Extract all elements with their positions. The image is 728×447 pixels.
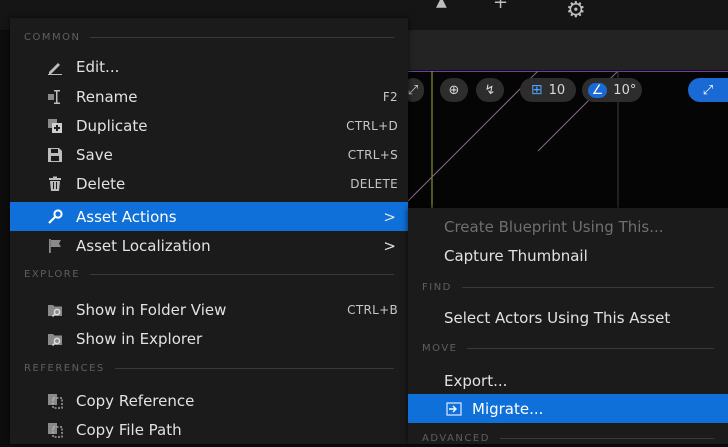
rotation-snap-value: 10° xyxy=(613,82,637,98)
menu-item-label: Create Blueprint Using This... xyxy=(444,217,664,236)
menu-item-label: Copy Reference xyxy=(76,391,195,410)
grid-icon: ⊞ xyxy=(530,82,543,98)
folder-search-icon xyxy=(46,330,64,348)
shortcut-label: CTRL+B xyxy=(347,302,398,317)
menu-item-label: Export... xyxy=(444,371,508,390)
section-advanced-label: ADVANCED xyxy=(422,432,490,444)
menu-item-label: Asset Localization xyxy=(76,236,211,255)
menu-item-label: Migrate... xyxy=(472,399,544,418)
divider xyxy=(499,437,714,439)
divider xyxy=(467,347,714,349)
section-explore: EXPLORE xyxy=(10,265,408,283)
divider xyxy=(90,273,394,275)
section-references: REFERENCES xyxy=(10,359,408,377)
menu-item-label: Asset Actions xyxy=(76,207,177,226)
grid-snap-toggle[interactable]: ⊞ 10 xyxy=(520,78,576,102)
wrench-icon xyxy=(46,208,64,226)
menu-item-show-in-explorer[interactable]: Show in Explorer xyxy=(10,324,408,353)
section-advanced: ADVANCED xyxy=(408,429,728,447)
menu-item-duplicate[interactable]: Duplicate CTRL+D xyxy=(10,111,408,140)
submenu-item-create-blueprint[interactable]: Create Blueprint Using This... xyxy=(408,212,728,241)
section-move: MOVE xyxy=(408,339,728,357)
section-find: FIND xyxy=(408,278,728,296)
divider xyxy=(461,286,714,288)
chevron-right-icon: > xyxy=(383,236,396,255)
angle-icon: ∠ xyxy=(587,82,608,98)
menu-item-label: Delete xyxy=(76,174,126,193)
menu-item-label: Save xyxy=(76,145,113,164)
section-references-label: REFERENCES xyxy=(24,362,105,374)
menu-item-delete[interactable]: Delete DELETE xyxy=(10,169,408,198)
context-menu: COMMON Edit... Rename F2 Duplicate CTRL+… xyxy=(10,18,408,444)
menu-item-show-in-folder-view[interactable]: Show in Folder View CTRL+B xyxy=(10,295,408,324)
menu-item-label: Rename xyxy=(76,87,138,106)
section-common-label: COMMON xyxy=(24,31,81,43)
menu-item-copy-file-path[interactable]: Copy File Path xyxy=(10,415,408,444)
menu-item-label: Copy File Path xyxy=(76,420,182,439)
gear-icon[interactable]: ⚙ xyxy=(566,0,586,23)
menu-item-label: Show in Explorer xyxy=(76,329,203,348)
menu-item-label: Edit... xyxy=(76,57,120,76)
grid-snap-value: 10 xyxy=(548,82,566,98)
menu-item-copy-reference[interactable]: Copy Reference xyxy=(10,386,408,415)
asset-actions-submenu: Create Blueprint Using This... Capture T… xyxy=(408,208,728,444)
menu-item-label: Duplicate xyxy=(76,116,148,135)
scale-snap-icon[interactable]: ⤢ xyxy=(688,78,728,102)
menu-item-rename[interactable]: Rename F2 xyxy=(10,82,408,111)
section-explore-label: EXPLORE xyxy=(24,268,81,280)
copy-icon xyxy=(46,421,64,439)
divider xyxy=(90,36,394,38)
duplicate-icon xyxy=(46,117,64,135)
rename-icon xyxy=(46,88,64,106)
menu-item-edit[interactable]: Edit... xyxy=(10,52,408,81)
menu-item-label: Select Actors Using This Asset xyxy=(444,308,671,327)
flag-icon xyxy=(46,237,64,255)
globe-icon[interactable]: ⊕ xyxy=(440,78,468,102)
menu-item-save[interactable]: Save CTRL+S xyxy=(10,140,408,169)
submenu-item-select-actors[interactable]: Select Actors Using This Asset xyxy=(408,303,728,332)
menu-item-label: Show in Folder View xyxy=(76,300,227,319)
section-common: COMMON xyxy=(10,28,408,46)
chevron-right-icon: > xyxy=(383,207,396,226)
copy-icon xyxy=(46,392,64,410)
surface-snap-icon[interactable]: ↯ xyxy=(476,78,504,102)
viewport-header xyxy=(408,30,728,71)
menu-item-asset-localization[interactable]: Asset Localization > xyxy=(10,231,408,260)
shortcut-label: F2 xyxy=(382,89,398,104)
trash-icon xyxy=(46,175,64,193)
section-find-label: FIND xyxy=(422,281,452,293)
rotation-snap-toggle[interactable]: ∠ 10° xyxy=(582,78,642,102)
play-triangle-icon[interactable]: ▲ xyxy=(436,0,447,10)
menu-item-label: Capture Thumbnail xyxy=(444,246,588,265)
save-icon xyxy=(46,146,64,164)
shortcut-label: CTRL+S xyxy=(347,147,398,162)
submenu-item-export[interactable]: Export... xyxy=(408,366,728,395)
migrate-icon xyxy=(446,401,462,417)
menu-item-asset-actions[interactable]: Asset Actions > xyxy=(10,202,408,231)
shortcut-label: DELETE xyxy=(350,176,398,191)
section-move-label: MOVE xyxy=(422,342,458,354)
shortcut-label: CTRL+D xyxy=(346,118,398,133)
submenu-item-capture-thumbnail[interactable]: Capture Thumbnail xyxy=(408,241,728,270)
divider xyxy=(114,367,394,369)
add-icon[interactable]: + xyxy=(493,0,508,13)
pencil-icon xyxy=(46,58,64,76)
folder-search-icon xyxy=(46,301,64,319)
submenu-item-migrate[interactable]: Migrate... xyxy=(408,394,728,423)
